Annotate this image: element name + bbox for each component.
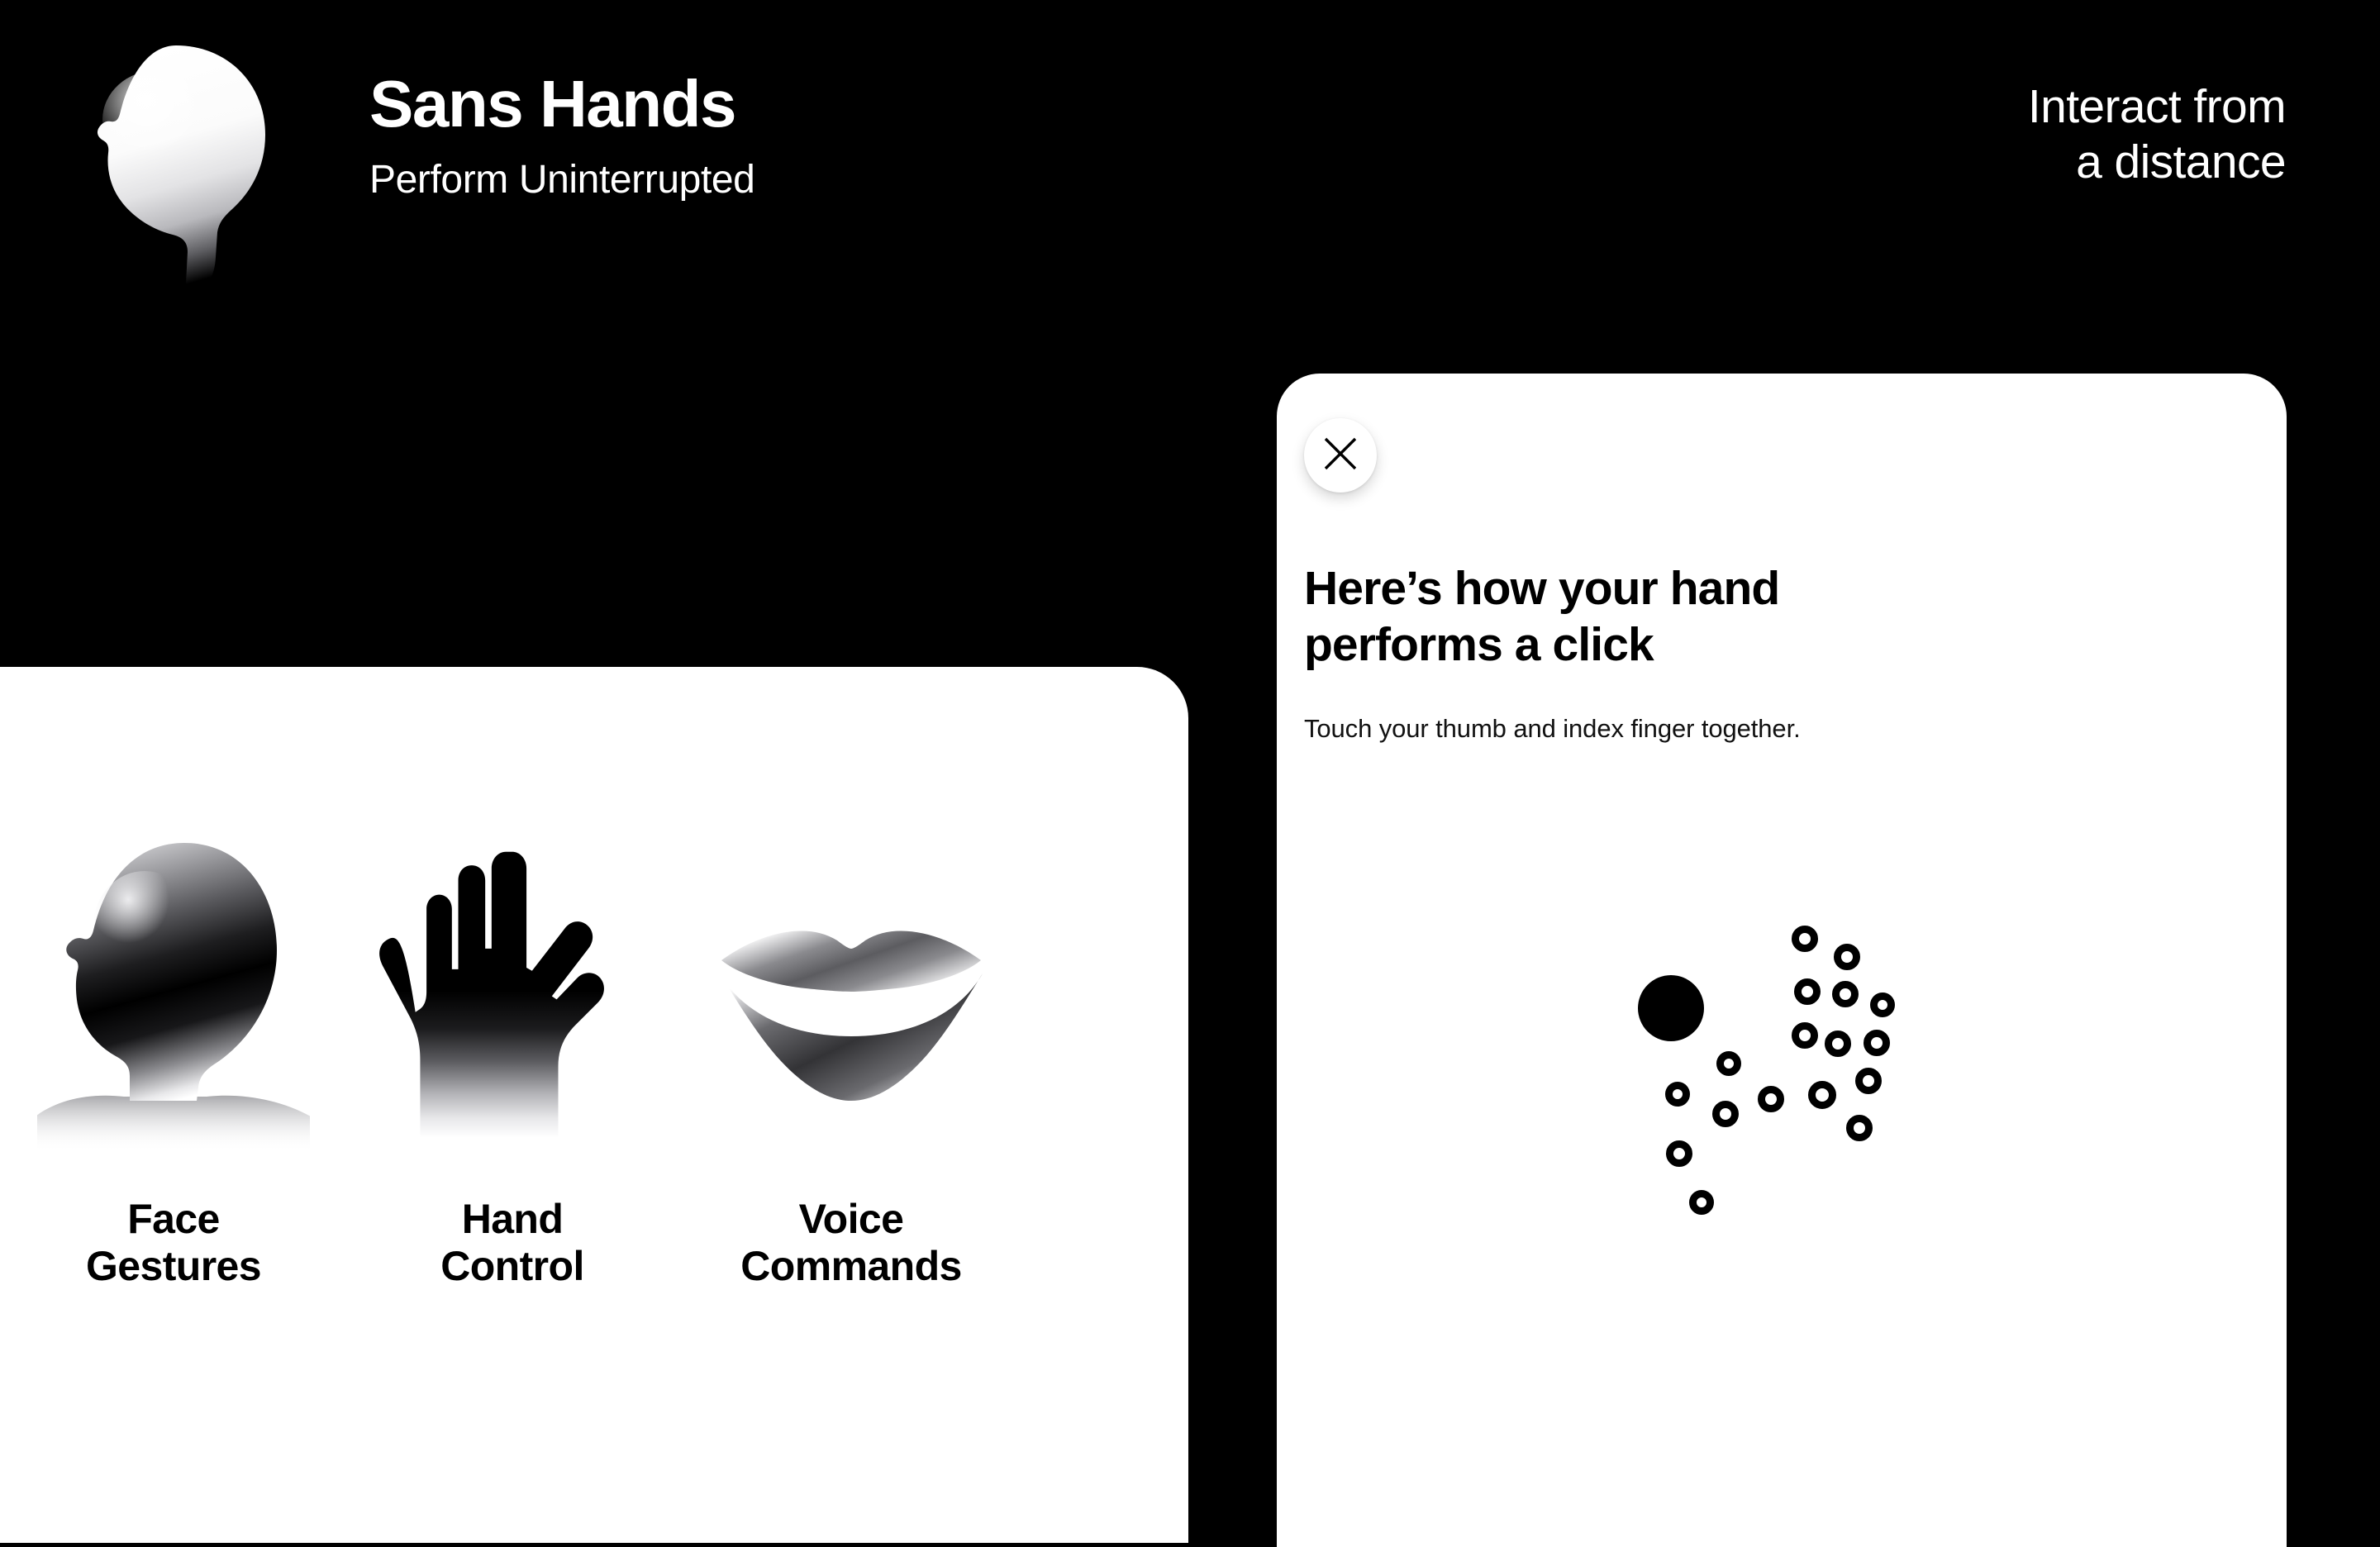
feature-label: Voice Commands [715,1196,988,1289]
open-hand-icon [376,828,649,1150]
landmark-dot [1832,981,1859,1007]
landmark-dot [1792,1022,1818,1049]
landmark-dot [1666,1140,1692,1167]
close-x-icon [1321,435,1359,477]
feature-label-line-1: Face [127,1196,220,1242]
brand-header: Sans Hands Perform Uninterrupted [70,40,755,283]
tagline-line-2: a distance [2076,136,2286,189]
landmark-dot [1716,1051,1741,1076]
hand-landmarks-icon [1620,909,1967,1297]
app-root: Sans Hands Perform Uninterrupted Interac… [0,0,2380,1547]
face-profile-icon [32,828,315,1152]
feature-label-line-1: Voice [798,1196,904,1242]
feature-label: Face Gestures [37,1196,310,1289]
feature-label-line-2: Control [440,1242,584,1289]
feature-label-line-1: Hand [461,1196,564,1242]
features-card: Face Gestures Hand Control Voice Command… [0,667,1188,1543]
brand-text-block: Sans Hands Perform Uninterrupted [369,67,755,202]
tagline: Interact from a distance [2027,79,2287,191]
landmark-dot [1864,1030,1890,1056]
panel-title-line-2: performs a click [1304,618,1654,672]
landmark-dot-active [1638,975,1704,1041]
landmark-dot [1834,944,1860,970]
tagline-line-1: Interact from [2027,80,2287,133]
landmark-dot [1689,1190,1714,1215]
landmark-dot [1794,978,1821,1005]
feature-voice-commands[interactable]: Voice Commands [715,667,988,1543]
panel-title: Here’s how your hand performs a click [1304,560,1965,674]
feature-label: Hand Control [376,1196,649,1289]
feature-label-line-2: Gestures [86,1242,262,1289]
panel-title-line-1: Here’s how your hand [1304,562,1780,615]
landmark-dot [1712,1101,1739,1127]
features-list: Face Gestures Hand Control Voice Command… [0,667,1188,1543]
landmark-dot [1792,926,1818,952]
landmark-dot [1870,992,1895,1017]
head-profile-icon [70,44,277,283]
landmark-dot [1825,1031,1851,1057]
landmark-dot [1855,1068,1882,1094]
panel-subtitle: Touch your thumb and index finger togeth… [1304,714,1801,743]
page-subtitle: Perform Uninterrupted [369,158,755,202]
landmark-dot [1808,1081,1836,1109]
lips-mouth-icon [715,828,988,1150]
close-button[interactable] [1304,418,1377,493]
landmark-dot [1846,1115,1873,1141]
feature-label-line-2: Commands [740,1242,962,1289]
feature-hand-control[interactable]: Hand Control [376,667,649,1543]
page-title: Sans Hands [369,67,736,140]
landmark-dot [1665,1082,1690,1107]
feature-face-gestures[interactable]: Face Gestures [32,667,315,1543]
landmark-dot [1758,1086,1784,1112]
